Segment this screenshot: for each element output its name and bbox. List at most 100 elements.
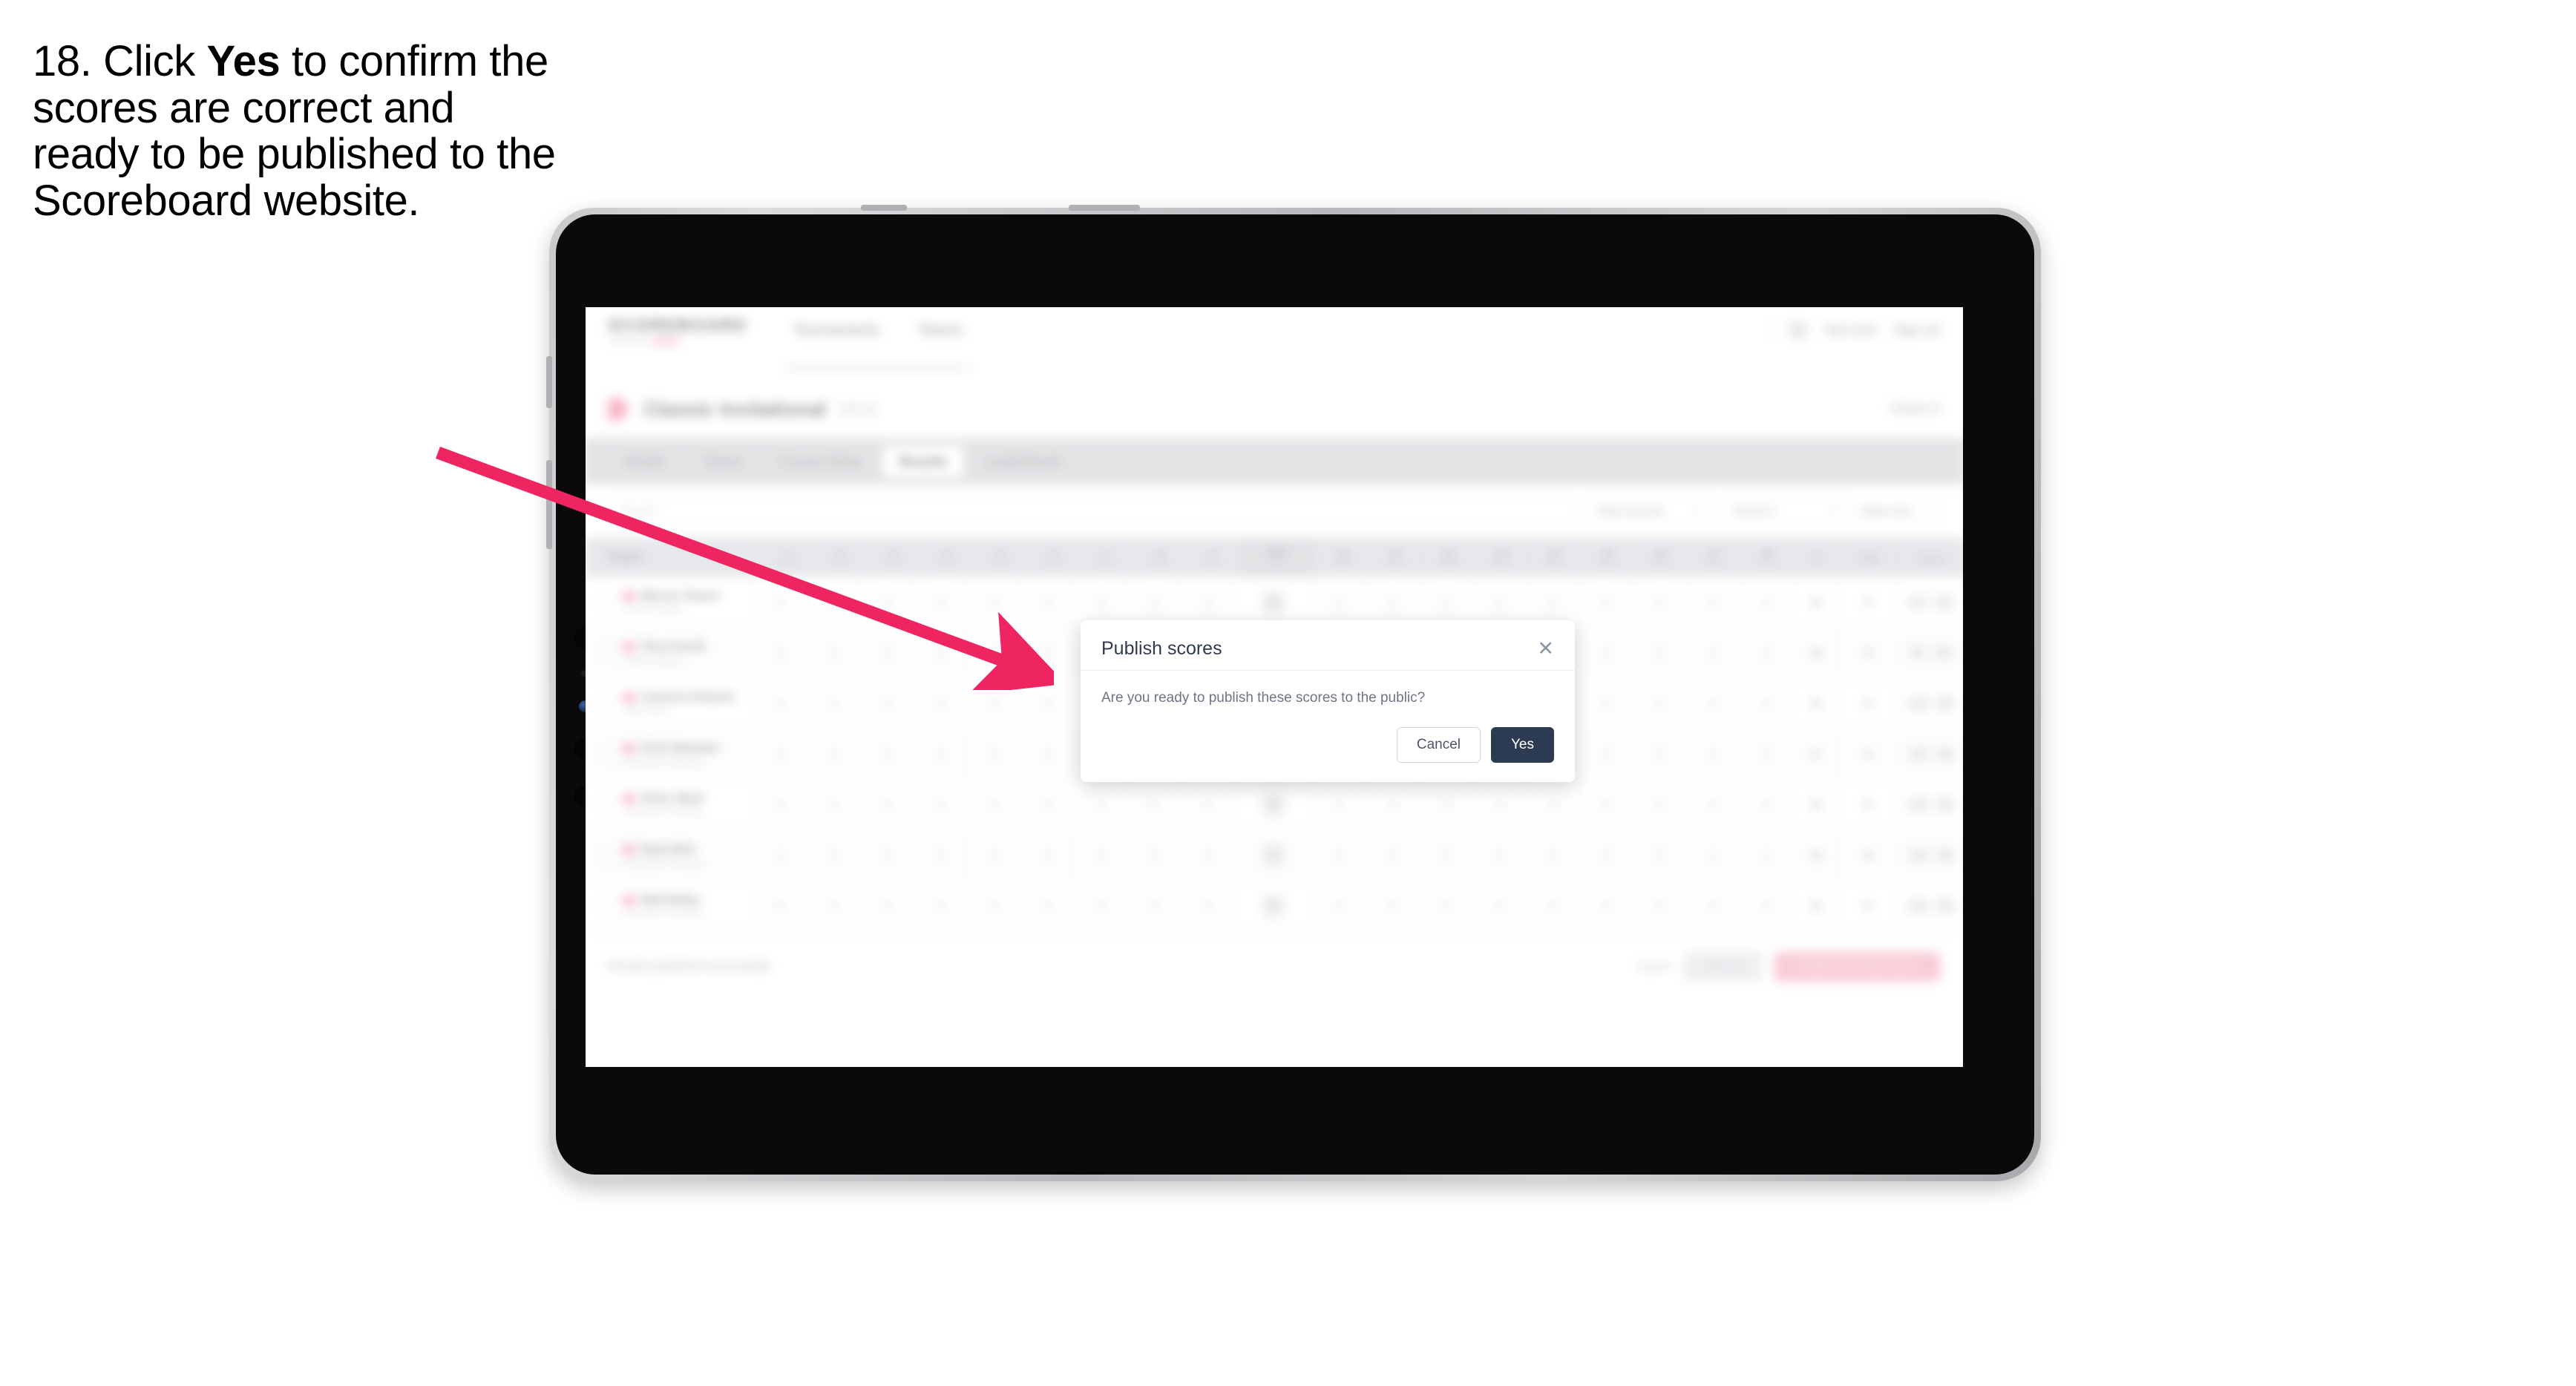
cell-hole-score[interactable]: 4 xyxy=(1472,881,1526,931)
cell-hole-score[interactable]: 3 xyxy=(859,881,913,931)
tab-teams[interactable]: Teams xyxy=(686,445,758,477)
footer-cancel-link[interactable]: Cancel xyxy=(1636,960,1671,973)
cell-hole-score[interactable]: 5 xyxy=(805,830,859,881)
row-checkbox[interactable] xyxy=(599,796,615,812)
nav-item-teams[interactable]: Teams xyxy=(918,322,962,339)
cell-hole-score[interactable]: 4 xyxy=(1525,830,1579,881)
cell-hole-score[interactable]: 5 xyxy=(1525,779,1579,830)
cell-hole-score[interactable]: 3 xyxy=(1365,577,1418,627)
cell-hole-score[interactable]: 3 xyxy=(1579,881,1633,931)
cell-hole-score[interactable]: 4 xyxy=(1525,577,1579,627)
cell-hole-score[interactable]: 4 xyxy=(859,779,913,830)
cell-hole-score[interactable]: 4 xyxy=(1740,881,1794,931)
cell-hole-score[interactable]: 4 xyxy=(1686,779,1740,830)
header-user-name[interactable]: Test User xyxy=(1824,323,1878,338)
cell-hole-score[interactable]: 5 xyxy=(912,577,966,627)
row-checkbox[interactable] xyxy=(599,898,615,914)
table-view-toggle[interactable]: Table view xyxy=(1860,501,1941,522)
cell-hole-score[interactable]: 4 xyxy=(1020,881,1073,931)
cell-hole-score[interactable]: 3 xyxy=(1579,830,1633,881)
cell-hole-score[interactable]: 3 xyxy=(1579,677,1633,729)
filter-team-select[interactable]: Filter by team ▼ xyxy=(1585,495,1713,528)
cell-hole-score[interactable]: 4 xyxy=(1740,830,1794,881)
device-volume-down-button[interactable] xyxy=(546,460,552,549)
cell-hole-score[interactable]: 5 xyxy=(1633,677,1686,729)
publish-notify-button[interactable]: Publish and notify teams xyxy=(1774,951,1941,982)
cell-hole-score[interactable]: 5 xyxy=(912,779,966,830)
tab-course-setup[interactable]: Course Setup xyxy=(763,445,878,477)
cell-hole-score[interactable]: 5 xyxy=(1020,627,1073,677)
cell-hole-score[interactable]: 4 xyxy=(1686,881,1740,931)
cell-hole-score[interactable]: 4 xyxy=(1020,729,1073,779)
device-top-button-2[interactable] xyxy=(1069,205,1140,211)
cell-hole-score[interactable]: 5 xyxy=(805,779,859,830)
row-checkbox[interactable] xyxy=(599,594,615,610)
table-row[interactable]: Matt Bailey Southlands Schooling 5 4 3 5 4 4 3 5 4… xyxy=(586,881,1963,932)
cell-hole-score[interactable]: 4 xyxy=(1686,627,1740,677)
cell-hole-score[interactable]: 5 xyxy=(1418,577,1472,627)
cell-hole-score[interactable]: 4 xyxy=(1020,577,1073,627)
cell-hole-score[interactable]: 4 xyxy=(752,627,805,677)
cell-hole-score[interactable]: 5 xyxy=(1633,627,1686,677)
cell-hole-score[interactable]: 4 xyxy=(1311,779,1365,830)
cell-hole-score[interactable]: 4 xyxy=(1740,677,1794,729)
cell-hole-score[interactable]: 5 xyxy=(805,677,859,729)
device-top-button-1[interactable] xyxy=(861,205,907,211)
cell-hole-score[interactable]: 5 xyxy=(752,881,805,931)
cell-hole-score[interactable]: 4 xyxy=(966,830,1020,881)
cell-hole-score[interactable]: 4 xyxy=(1740,577,1794,627)
cell-hole-score[interactable]: 4 xyxy=(1020,677,1073,729)
cell-hole-score[interactable]: 3 xyxy=(1579,779,1633,830)
cell-hole-score[interactable]: 5 xyxy=(966,729,1020,779)
cell-hole-score[interactable]: 4 xyxy=(1686,729,1740,779)
cell-hole-score[interactable]: 3 xyxy=(859,577,913,627)
cell-hole-score[interactable]: 4 xyxy=(752,677,805,729)
cell-hole-score[interactable]: 5 xyxy=(1633,830,1686,881)
cell-hole-score[interactable]: 4 xyxy=(805,729,859,779)
cell-hole-score[interactable]: 4 xyxy=(966,779,1020,830)
yes-button[interactable]: Yes xyxy=(1491,727,1554,763)
search-input[interactable]: Search xyxy=(608,495,1576,528)
cell-hole-score[interactable]: 4 xyxy=(1740,779,1794,830)
cell-hole-score[interactable]: 4 xyxy=(1686,577,1740,627)
cell-hole-score[interactable]: 4 xyxy=(1686,830,1740,881)
cell-hole-score[interactable]: 5 xyxy=(1740,729,1794,779)
cell-hole-score[interactable]: 4 xyxy=(1311,577,1365,627)
cell-hole-score[interactable]: 4 xyxy=(752,830,805,881)
cell-hole-score[interactable]: 4 xyxy=(1311,830,1365,881)
cell-hole-score[interactable]: 4 xyxy=(1686,677,1740,729)
cell-hole-score[interactable]: 4 xyxy=(752,577,805,627)
filter-round-select[interactable]: Round 1 ▼ xyxy=(1723,495,1850,528)
table-row[interactable]: Ryan Britt Southlands Schooling 4 5 3 5 4 4 3 5 4 3… xyxy=(586,830,1963,881)
cell-out-total[interactable]: 37 xyxy=(1233,830,1311,881)
row-checkbox[interactable] xyxy=(599,644,615,660)
avatar[interactable] xyxy=(1788,321,1808,341)
sign-out-link[interactable]: Sign out xyxy=(1894,323,1941,338)
cell-hole-score[interactable]: 3 xyxy=(1365,830,1418,881)
cell-hole-score[interactable]: 3 xyxy=(859,677,913,729)
cell-hole-score[interactable]: 5 xyxy=(1418,779,1472,830)
cell-hole-score[interactable]: 5 xyxy=(1418,881,1472,931)
cell-hole-score[interactable]: 4 xyxy=(966,677,1020,729)
cell-hole-score[interactable]: 4 xyxy=(1472,830,1526,881)
table-row[interactable]: Oliver Ward Southlands Schooling 4 5 4 5 4 4 3 5 4… xyxy=(586,779,1963,830)
cell-hole-score[interactable]: 3 xyxy=(1365,881,1418,931)
cell-hole-score[interactable]: 5 xyxy=(1127,881,1181,931)
save-all-button[interactable]: Save all xyxy=(1683,951,1763,982)
cell-hole-score[interactable]: 4 xyxy=(912,729,966,779)
cell-hole-score[interactable]: 4 xyxy=(1740,627,1794,677)
cell-hole-score[interactable]: 5 xyxy=(912,830,966,881)
tab-leaderboard[interactable]: Leaderboard xyxy=(969,445,1078,477)
cell-out-total[interactable]: 38 xyxy=(1233,779,1311,830)
cell-hole-score[interactable]: 4 xyxy=(966,577,1020,627)
row-checkbox[interactable] xyxy=(599,847,615,863)
cell-hole-score[interactable]: 3 xyxy=(859,729,913,779)
cell-hole-score[interactable]: 4 xyxy=(805,577,859,627)
cell-hole-score[interactable]: 4 xyxy=(1525,881,1579,931)
cell-hole-score[interactable]: 4 xyxy=(966,627,1020,677)
cell-hole-score[interactable]: 3 xyxy=(1073,830,1127,881)
app-brand[interactable]: SCOREBOARD Powered by Golf xyxy=(608,315,747,346)
cell-hole-score[interactable]: 3 xyxy=(859,627,913,677)
row-checkbox[interactable] xyxy=(599,695,615,712)
cell-hole-score[interactable]: 5 xyxy=(1633,881,1686,931)
